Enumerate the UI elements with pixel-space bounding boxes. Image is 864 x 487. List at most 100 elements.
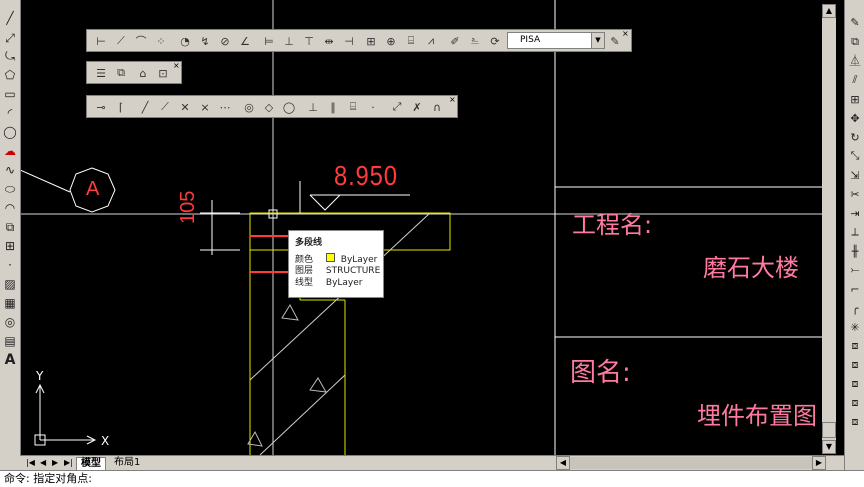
layer-icon[interactable]: ☰ [93,65,109,81]
region-icon[interactable]: ◎ [2,314,18,330]
chevron-down-icon[interactable]: ▼ [591,33,604,48]
make-block-icon[interactable]: ⊞ [2,238,18,254]
snap-from-icon[interactable]: ⌈ [113,99,129,115]
chamfer-icon[interactable]: ⌐ [847,281,863,297]
scroll-left-icon[interactable]: ◀ [556,456,570,470]
tab-nav-last-icon[interactable]: ▶| [64,458,73,467]
match-properties-icon[interactable]: ⌂ [135,65,151,81]
circle-icon[interactable]: ◯ [2,124,18,140]
close-icon[interactable]: × [173,62,181,70]
scale-icon[interactable]: ⤡ [847,148,863,164]
midpoint-icon[interactable]: ⟋ [157,99,173,115]
rectangle-icon[interactable]: ▭ [2,86,18,102]
rotate-icon[interactable]: ↻ [847,129,863,145]
hatch-icon[interactable]: ▨ [2,276,18,292]
tab-nav-prev-icon[interactable]: ◀ [40,458,46,467]
intersection-icon[interactable]: ✕ [177,99,193,115]
draw-order-back-icon[interactable]: ⧈ [847,376,863,392]
jogged-icon[interactable]: ↯ [197,33,213,49]
draw-order-above-icon[interactable]: ⧈ [847,395,863,411]
apparent-intersection-icon[interactable]: ⨯ [197,99,213,115]
close-icon[interactable]: × [622,30,630,38]
baseline-icon[interactable]: ⊥ [281,33,297,49]
line-icon[interactable]: ╱ [2,10,18,26]
arc-icon[interactable]: ◜ [2,105,18,121]
quadrant-icon[interactable]: ◇ [261,99,277,115]
scroll-right-icon[interactable]: ▶ [812,456,826,470]
tab-model[interactable]: 模型 [76,457,106,471]
explode-icon[interactable]: ✳ [847,319,863,335]
perpendicular-icon[interactable]: ⊥ [305,99,321,115]
fillet-icon[interactable]: ╭ [847,300,863,316]
vertical-scrollbar[interactable]: ▲ ▼ [822,4,836,454]
trim-icon[interactable]: ✂ [847,186,863,202]
center-mark-icon[interactable]: ⊕ [383,33,399,49]
polyline-icon[interactable]: ⤿ [2,48,18,64]
scroll-up-icon[interactable]: ▲ [822,4,836,18]
dim-style-icon[interactable]: ✎ [607,33,623,49]
radius-icon[interactable]: ◔ [177,33,193,49]
inspection-icon[interactable]: ⌸ [403,33,419,49]
polygon-icon[interactable]: ⬠ [2,67,18,83]
extension-icon[interactable]: ⋯ [217,99,233,115]
quick-dim-icon[interactable]: ⊨ [261,33,277,49]
command-line[interactable]: 命令: 指定对角点: [0,470,864,487]
offset-icon[interactable]: ⫽ [847,72,863,88]
spline-icon[interactable]: ∿ [2,162,18,178]
dimension-style-select[interactable]: PISA ▼ [507,32,605,49]
tangent-icon[interactable]: ◯ [281,99,297,115]
snap-none-icon[interactable]: ✗ [409,99,425,115]
insert-snap-icon[interactable]: ⌸ [345,99,361,115]
copy-icon[interactable]: ⧉ [847,34,863,50]
tolerance-icon[interactable]: ⊞ [363,33,379,49]
gradient-icon[interactable]: ▦ [2,295,18,311]
endpoint-icon[interactable]: ╱ [137,99,153,115]
tab-nav-first-icon[interactable]: |◀ [26,458,35,467]
ellipse-icon[interactable]: ⬭ [2,181,18,197]
nearest-icon[interactable]: ⤢ [389,99,405,115]
layer-states-icon[interactable]: ⧉ [113,65,129,81]
dim-update-icon[interactable]: ⟳ [487,33,503,49]
parallel-icon[interactable]: ∥ [325,99,341,115]
tab-layout1[interactable]: 布局1 [110,457,144,469]
close-icon[interactable]: × [449,96,457,104]
mirror-icon[interactable]: ⏅ [847,52,863,68]
diameter-icon[interactable]: ⊘ [217,33,233,49]
erase-icon[interactable]: ✎ [847,14,863,30]
scroll-thumb[interactable] [822,422,836,438]
dim-space-icon[interactable]: ⇹ [321,33,337,49]
node-icon[interactable]: · [365,99,381,115]
continue-icon[interactable]: ⊤ [301,33,317,49]
center-icon[interactable]: ◎ [241,99,257,115]
point-icon[interactable]: · [2,257,18,273]
extend-icon[interactable]: ⇥ [847,205,863,221]
dim-edit-icon[interactable]: ✐ [447,33,463,49]
move-icon[interactable]: ✥ [847,110,863,126]
table-icon[interactable]: ▤ [2,333,18,349]
jogged-linear-icon[interactable]: ⩘ [423,33,439,49]
tab-nav-next-icon[interactable]: ▶ [52,458,58,467]
draw-order-below-icon[interactable]: ⧈ [847,414,863,430]
aligned-dim-icon[interactable]: ⟋ [113,33,129,49]
ordinate-icon[interactable]: ⁘ [153,33,169,49]
dim-break-icon[interactable]: ⊣ [341,33,357,49]
insert-block-icon[interactable]: ⧉ [2,219,18,235]
stretch-icon[interactable]: ⇲ [847,167,863,183]
scroll-down-icon[interactable]: ▼ [822,440,836,454]
ellipse-arc-icon[interactable]: ◠ [2,200,18,216]
dim-text-edit-icon[interactable]: ⎁ [467,33,483,49]
osnap-settings-icon[interactable]: ∩ [429,99,445,115]
construction-line-icon[interactable]: ⤢ [2,30,18,46]
temp-track-icon[interactable]: ⊸ [93,99,109,115]
break-at-point-icon[interactable]: ⟂ [847,224,863,240]
zoom-window-icon[interactable]: ⊡ [155,65,171,81]
linear-dim-icon[interactable]: ⊢ [93,33,109,49]
revision-cloud-icon[interactable]: ☁ [2,143,18,159]
horizontal-scrollbar[interactable]: ◀ ▶ [556,456,826,470]
break-icon[interactable]: ╫ [847,243,863,259]
draw-order-front-icon[interactable]: ⧈ [847,357,863,373]
multiline-text-icon[interactable]: A [2,352,18,368]
angular-icon[interactable]: ∠ [237,33,253,49]
join-icon[interactable]: ⤚ [847,262,863,278]
draw-order-icon[interactable]: ⧈ [847,338,863,354]
